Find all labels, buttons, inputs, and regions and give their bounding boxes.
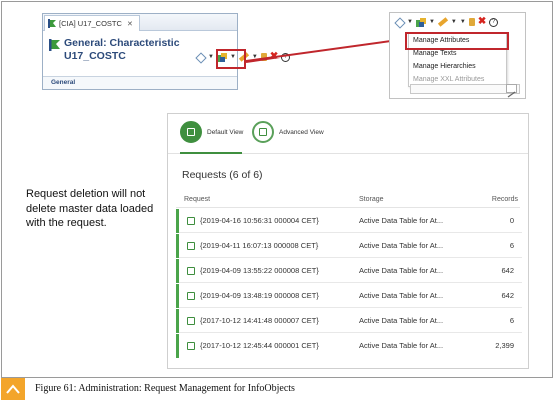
row-request: {2019-04-09 13:48:19 000008 CET} [200, 291, 319, 300]
highlight-box-button [216, 49, 246, 69]
row-request: {2019-04-16 10:56:31 000004 CET} [200, 216, 319, 225]
chevron-down-icon[interactable]: ▼ [208, 54, 214, 60]
active-view-indicator [180, 152, 242, 154]
request-icon [187, 217, 195, 225]
lock-icon[interactable] [468, 18, 475, 26]
row-records: 642 [501, 266, 514, 275]
chevron-up-icon [1, 378, 25, 400]
row-records: 642 [501, 291, 514, 300]
figure-caption: Figure 61: Administration: Request Manag… [35, 383, 295, 394]
row-records: 6 [509, 316, 514, 325]
row-storage: Active Data Table for At... [359, 291, 444, 300]
section-general[interactable]: General [43, 76, 237, 89]
advanced-view-label: Advanced View [279, 128, 324, 136]
table-row[interactable]: {2017-10-12 14:41:48 000007 CET} Active … [176, 309, 522, 333]
background-field [410, 84, 520, 94]
editor-title-line1: General: Characteristic [64, 37, 180, 49]
pencil-icon[interactable] [506, 84, 517, 98]
view-switcher: Default View Advanced View [168, 114, 528, 154]
callout-arrow-line [246, 35, 406, 62]
request-icon [187, 317, 195, 325]
manage-data-icon[interactable] [415, 17, 426, 27]
editor-title: General: Characteristic U17_COSTC [49, 37, 180, 63]
editor-tab[interactable]: [CIA] U17_COSTC ✕ [44, 15, 140, 31]
request-icon [187, 242, 195, 250]
column-header-records[interactable]: Records [492, 196, 518, 203]
highlight-box-menu-item [405, 32, 509, 50]
row-request: {2019-04-09 13:55:22 000008 CET} [200, 266, 319, 275]
characteristic-icon [48, 19, 56, 28]
edit-icon[interactable] [437, 17, 449, 27]
row-request: {2017-10-12 12:45:44 000001 CET} [200, 341, 319, 350]
request-management-panel: Default View Advanced View Requests (6 o… [167, 113, 529, 369]
table-row[interactable]: {2019-04-11 16:07:13 000008 CET} Active … [176, 234, 522, 258]
activate-icon[interactable] [196, 53, 205, 62]
infoobject-editor: [CIA] U17_COSTC ✕ General: Characteristi… [42, 13, 291, 90]
row-status-bar [176, 334, 179, 358]
row-storage: Active Data Table for At... [359, 266, 444, 275]
header-divider [176, 207, 520, 208]
row-storage: Active Data Table for At... [359, 341, 444, 350]
default-view-icon [180, 121, 202, 143]
row-request: {2019-04-11 16:07:13 000008 CET} [200, 241, 319, 250]
editor-tabstrip: [CIA] U17_COSTC ✕ [43, 14, 237, 31]
row-records: 2,399 [495, 341, 514, 350]
table-row[interactable]: {2019-04-16 10:56:31 000004 CET} Active … [176, 209, 522, 233]
row-status-bar [176, 309, 179, 333]
menu-item-manage-hierarchies[interactable]: Manage Hierarchies [409, 60, 506, 73]
row-status-bar [176, 209, 179, 233]
row-status-bar [176, 234, 179, 258]
row-records: 0 [509, 216, 514, 225]
dropdown-toolbar: ▼ ▼ ▼ ▼ ✖ ? [395, 17, 499, 27]
row-storage: Active Data Table for At... [359, 216, 444, 225]
row-status-bar [176, 259, 179, 283]
default-view-label: Default View [207, 128, 244, 136]
figure-caption-bar: Figure 61: Administration: Request Manag… [1, 377, 553, 400]
chevron-down-icon[interactable]: ▼ [429, 19, 435, 25]
row-status-bar [176, 284, 179, 308]
chevron-down-icon[interactable]: ▼ [407, 19, 413, 25]
table-row[interactable]: {2019-04-09 13:55:22 000008 CET} Active … [176, 259, 522, 283]
chevron-down-icon[interactable]: ▼ [451, 19, 457, 25]
activate-icon[interactable] [395, 18, 404, 27]
editor-tab-label: [CIA] U17_COSTC [59, 19, 122, 28]
note-text: Request deletion will not delete master … [26, 188, 154, 229]
table-row[interactable]: {2017-10-12 12:45:44 000001 CET} Active … [176, 334, 522, 358]
chevron-down-icon[interactable]: ▼ [460, 19, 466, 25]
default-view-button[interactable]: Default View [180, 121, 243, 143]
request-icon [187, 267, 195, 275]
advanced-view-icon [252, 121, 274, 143]
table-row[interactable]: {2019-04-09 13:48:19 000008 CET} Active … [176, 284, 522, 308]
dropdown-panel: ▼ ▼ ▼ ▼ ✖ ? Manage Attributes Manage Tex… [389, 12, 526, 99]
column-header-storage[interactable]: Storage [359, 196, 384, 203]
help-icon[interactable]: ? [489, 17, 499, 27]
column-header-request[interactable]: Request [184, 196, 210, 203]
row-storage: Active Data Table for At... [359, 316, 444, 325]
request-icon [187, 292, 195, 300]
close-icon[interactable]: ✕ [127, 20, 133, 28]
requests-title: Requests (6 of 6) [182, 169, 263, 181]
advanced-view-button[interactable]: Advanced View [252, 121, 324, 143]
delete-icon[interactable]: ✖ [478, 17, 486, 27]
row-records: 6 [509, 241, 514, 250]
request-icon [187, 342, 195, 350]
characteristic-icon [49, 38, 60, 51]
row-request: {2017-10-12 14:41:48 000007 CET} [200, 316, 319, 325]
editor-title-line2: U17_COSTC [64, 50, 126, 62]
row-storage: Active Data Table for At... [359, 241, 444, 250]
